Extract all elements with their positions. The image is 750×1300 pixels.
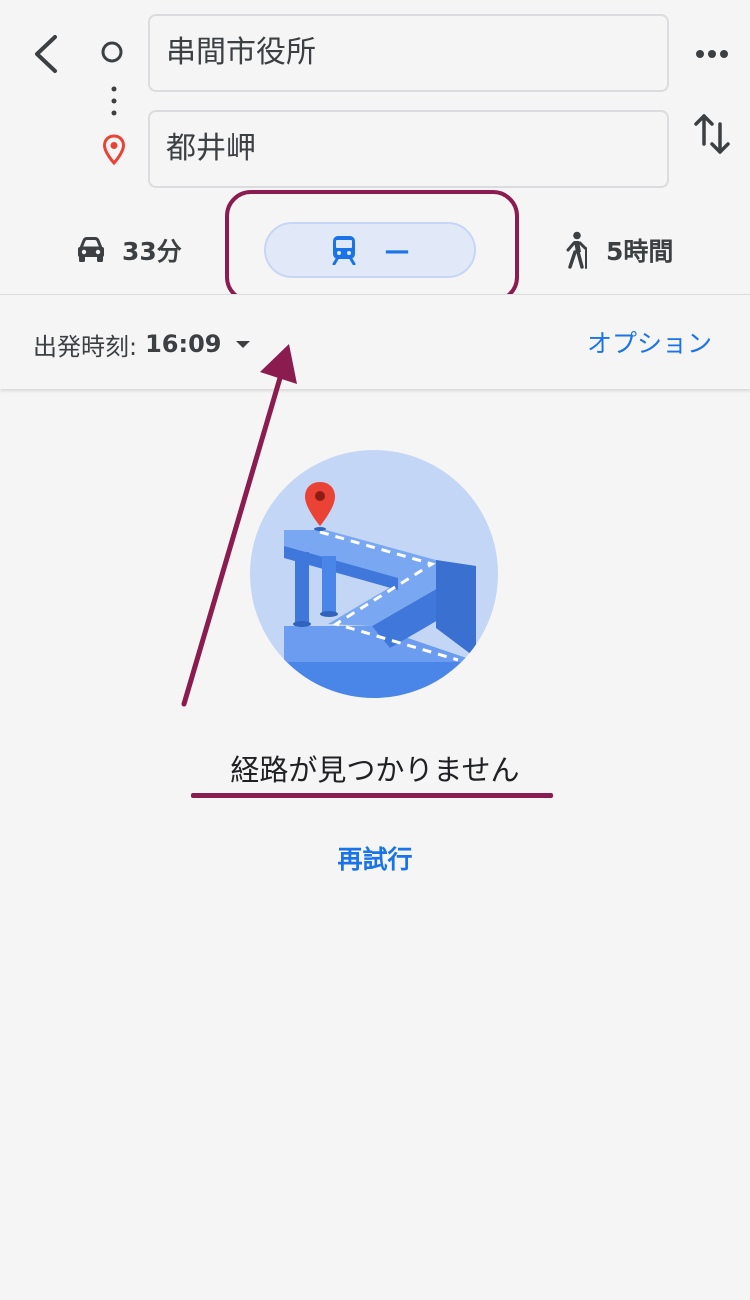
origin-circle-icon bbox=[101, 41, 123, 63]
tab-walk[interactable]: 5時間 bbox=[562, 222, 732, 278]
location-pin-icon bbox=[102, 134, 126, 166]
annotation-underline bbox=[191, 793, 553, 798]
tab-transit[interactable]: — bbox=[264, 222, 476, 278]
no-route-message: 経路が見つかりません bbox=[230, 753, 520, 787]
more-horizontal-icon bbox=[696, 50, 728, 58]
route-connector-dots bbox=[111, 86, 117, 122]
swap-vertical-icon bbox=[694, 114, 730, 154]
destination-input[interactable]: 都井岬 bbox=[148, 110, 669, 188]
chevron-left-icon bbox=[35, 35, 57, 73]
more-options-button[interactable] bbox=[688, 36, 736, 72]
depart-label: 出発時刻: bbox=[33, 332, 138, 361]
origin-input[interactable]: 串間市役所 bbox=[148, 14, 669, 92]
transit-duration: — bbox=[384, 235, 410, 265]
walking-person-icon bbox=[566, 231, 587, 269]
swap-button[interactable] bbox=[690, 110, 734, 158]
no-route-illustration bbox=[250, 450, 498, 698]
dropdown-arrow-icon bbox=[235, 340, 250, 348]
train-icon bbox=[332, 236, 355, 265]
back-button[interactable] bbox=[24, 28, 68, 80]
retry-button[interactable]: 再試行 bbox=[300, 838, 450, 882]
depart-time-dropdown[interactable]: 出発時刻: 16:09 bbox=[33, 324, 250, 364]
tab-drive[interactable]: 33分 bbox=[76, 222, 236, 278]
options-button[interactable]: オプション bbox=[587, 324, 727, 364]
walk-duration: 5時間 bbox=[606, 237, 674, 266]
car-icon bbox=[78, 237, 104, 262]
depart-time-value: 16:09 bbox=[145, 330, 222, 358]
drive-duration: 33分 bbox=[122, 237, 182, 266]
